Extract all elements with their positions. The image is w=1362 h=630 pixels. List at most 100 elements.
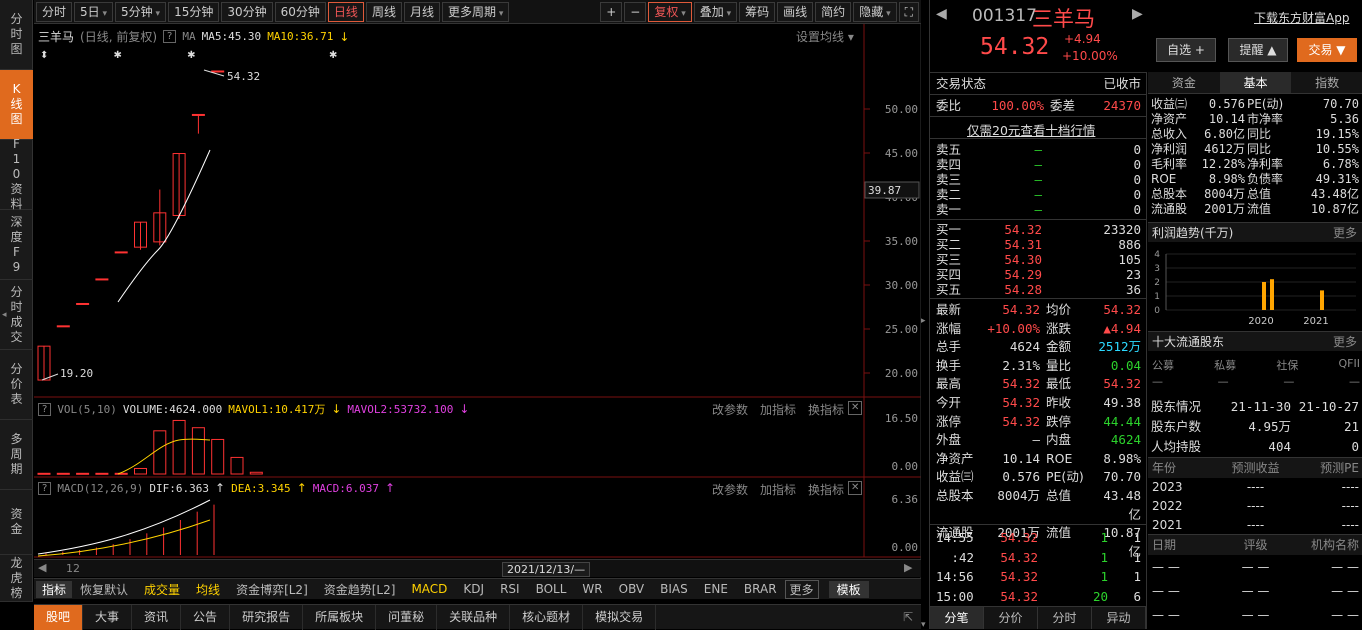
nav-item-8[interactable]: 龙虎榜: [0, 555, 33, 602]
bid-row[interactable]: 买五 54.28 36: [936, 282, 1141, 297]
alert-button[interactable]: 提醒 ▲: [1228, 38, 1288, 62]
indicator-tab-9[interactable]: BOLL: [528, 582, 575, 596]
indicator-tab-4[interactable]: 资金博弈[L2]: [228, 581, 316, 598]
scroll-left-icon[interactable]: ◀: [38, 561, 46, 574]
holder-type[interactable]: QFII: [1339, 357, 1360, 373]
holder-type[interactable]: 私募: [1214, 357, 1236, 373]
ma-settings-link[interactable]: 设置均线 ▾: [796, 28, 854, 45]
tool-3[interactable]: 叠加: [693, 1, 738, 22]
indicator-tab-15[interactable]: 更多: [784, 579, 819, 599]
fund-tab-1[interactable]: 基本: [1219, 72, 1292, 93]
nav-item-3[interactable]: 深度F9: [0, 210, 33, 280]
candle[interactable]: [95, 278, 109, 281]
indicator-tab-16[interactable]: 模板: [828, 580, 869, 598]
bottom-tab-8[interactable]: 核心题材: [510, 604, 584, 630]
nav-item-6[interactable]: 多周期: [0, 420, 33, 490]
period-8[interactable]: 月线: [403, 1, 440, 22]
bottom-tab-5[interactable]: 所属板块: [303, 604, 377, 630]
ask-row[interactable]: 卖三 — 0: [936, 172, 1141, 187]
add-watchlist-button[interactable]: 自选 +: [1156, 38, 1216, 62]
panel-action-1[interactable]: 加指标: [760, 481, 796, 498]
period-9[interactable]: 更多周期: [441, 1, 510, 22]
download-app-link[interactable]: 下载东方财富App: [1254, 9, 1349, 26]
period-1[interactable]: 5日: [74, 1, 114, 22]
tool-6[interactable]: 简约: [815, 1, 852, 22]
scroll-right-icon[interactable]: ▶: [904, 561, 912, 574]
help-icon[interactable]: ?: [163, 30, 177, 43]
indicator-tab-12[interactable]: BIAS: [652, 582, 696, 596]
bottom-tab-6[interactable]: 问董秘: [376, 604, 438, 630]
holders-more-link[interactable]: 更多: [1333, 332, 1357, 352]
ask-row[interactable]: 卖五 — 0: [936, 142, 1141, 157]
period-4[interactable]: 30分钟: [221, 1, 273, 22]
collapse-left-icon[interactable]: ◂: [2, 310, 7, 320]
period-3[interactable]: 15分钟: [168, 1, 220, 22]
period-7[interactable]: 周线: [365, 1, 402, 22]
nav-item-5[interactable]: 分价表: [0, 350, 33, 420]
fullscreen-icon[interactable]: ⛶: [898, 1, 919, 22]
tool-4[interactable]: 筹码: [739, 1, 776, 22]
bottom-tab-1[interactable]: 大事: [83, 604, 133, 630]
indicator-tab-11[interactable]: OBV: [611, 582, 653, 596]
bottom-tab-3[interactable]: 公告: [181, 604, 231, 630]
panel-action-2[interactable]: 换指标: [808, 481, 844, 498]
trade-button[interactable]: 交易 ▼: [1297, 38, 1357, 62]
profit-more-link[interactable]: 更多: [1333, 223, 1357, 243]
indicator-tab-6[interactable]: MACD: [403, 582, 455, 596]
tick-tab-1[interactable]: 分价: [984, 607, 1038, 629]
nav-item-1[interactable]: K线图: [0, 70, 33, 140]
holder-type[interactable]: 公募: [1152, 357, 1174, 373]
tick-tab-0[interactable]: 分笔: [930, 607, 984, 629]
ask-row[interactable]: 卖一 — 0: [936, 202, 1141, 217]
indicator-tab-1[interactable]: 恢复默认: [72, 581, 136, 598]
bid-row[interactable]: 买二 54.31 886: [936, 237, 1141, 252]
period-0[interactable]: 分时: [36, 1, 73, 22]
candle[interactable]: [211, 70, 225, 73]
indicator-tab-0[interactable]: 指标: [36, 580, 73, 598]
candle[interactable]: [191, 113, 205, 116]
period-5[interactable]: 60分钟: [274, 1, 326, 22]
tool-1[interactable]: −: [624, 1, 647, 22]
close-icon[interactable]: ✕: [848, 481, 863, 495]
collapse-right-icon[interactable]: ▸: [921, 316, 929, 326]
bottom-tab-7[interactable]: 关联品种: [437, 604, 511, 630]
panel-action-0[interactable]: 改参数: [712, 481, 748, 498]
candle[interactable]: [76, 302, 90, 305]
tool-5[interactable]: 画线: [777, 1, 814, 22]
fund-tab-2[interactable]: 指数: [1291, 72, 1362, 93]
indicator-tab-2[interactable]: 成交量: [136, 581, 188, 598]
help-icon[interactable]: ?: [38, 402, 52, 416]
ask-row[interactable]: 卖四 — 0: [936, 157, 1141, 172]
bottom-tab-0[interactable]: 股吧: [34, 604, 84, 630]
fund-tab-0[interactable]: 资金: [1148, 72, 1220, 93]
kline-chart-area[interactable]: 50.0045.0040.0035.0030.0025.0020.00 16.5…: [34, 24, 921, 579]
nav-item-2[interactable]: F10资料: [0, 137, 33, 211]
period-6[interactable]: 日线: [327, 1, 364, 22]
indicator-tab-13[interactable]: ENE: [696, 582, 736, 596]
indicator-tab-10[interactable]: WR: [574, 582, 610, 596]
tick-tab-2[interactable]: 分时: [1038, 607, 1092, 629]
candle[interactable]: [56, 325, 70, 328]
bottom-tab-2[interactable]: 资讯: [132, 604, 182, 630]
indicator-tab-3[interactable]: 均线: [188, 581, 228, 598]
popout-icon[interactable]: ⇱: [895, 610, 921, 624]
tool-2[interactable]: 复权: [648, 1, 692, 22]
ask-row[interactable]: 卖二 — 0: [936, 187, 1141, 202]
time-scrollbar[interactable]: ◀ 12 2021/12/13/— ▶: [34, 559, 921, 577]
event-markers[interactable]: ⬍ ✱ ✱ ✱: [40, 50, 368, 61]
prev-stock-icon[interactable]: ◀: [936, 6, 947, 22]
tool-0[interactable]: +: [600, 1, 623, 22]
tool-7[interactable]: 隐藏: [853, 1, 897, 22]
candle[interactable]: [114, 251, 128, 254]
indicator-tab-14[interactable]: BRAR: [736, 582, 785, 596]
holder-type[interactable]: 社保: [1276, 357, 1298, 373]
panel-action-2[interactable]: 换指标: [808, 401, 844, 418]
bid-row[interactable]: 买四 54.29 23: [936, 267, 1141, 282]
indicator-tab-8[interactable]: RSI: [492, 582, 528, 596]
close-icon[interactable]: ✕: [848, 401, 863, 415]
bid-row[interactable]: 买三 54.30 105: [936, 252, 1141, 267]
period-2[interactable]: 5分钟: [115, 1, 167, 22]
bottom-tab-9[interactable]: 模拟交易: [583, 604, 657, 630]
help-icon[interactable]: ?: [38, 481, 52, 495]
tick-tab-3[interactable]: 异动: [1092, 607, 1146, 629]
